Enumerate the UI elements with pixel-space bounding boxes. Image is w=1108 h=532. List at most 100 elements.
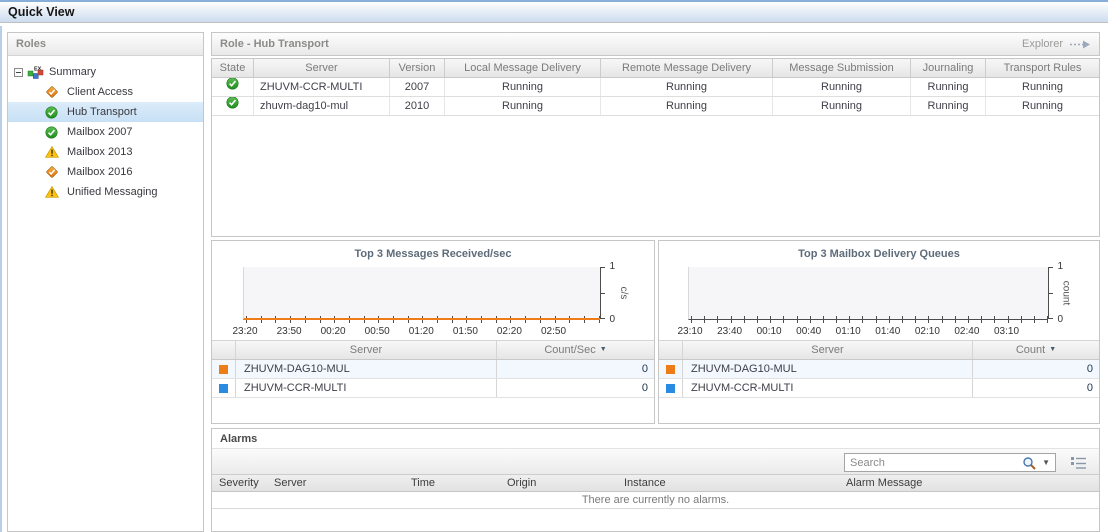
x-tick-label: 23:20 (232, 326, 258, 337)
alarms-column-header[interactable]: Time (404, 475, 500, 491)
roles-tree: EX Summary Client Access Hub Transport Mailb… (8, 56, 203, 202)
server-value-cell: Running (601, 97, 773, 115)
series-color-swatch (659, 360, 683, 378)
sidebar-item-label: Hub Transport (67, 106, 137, 118)
x-tick (770, 316, 772, 323)
x-tick-label: 01:10 (835, 326, 861, 337)
explorer-arrow-icon[interactable] (1069, 40, 1091, 49)
server-column-header[interactable]: Server (254, 59, 390, 77)
sidebar-item-hub-transport[interactable]: Hub Transport (8, 102, 203, 122)
legend-value-column-header[interactable]: Count/Sec ▼ (496, 341, 654, 359)
x-tick (783, 316, 785, 323)
server-column-header[interactable]: Journaling (911, 59, 986, 77)
x-tick (888, 316, 890, 323)
sidebar-item-mailbox-2013[interactable]: Mailbox 2013 (8, 142, 203, 162)
legend-server-name: ZHUVM-DAG10-MUL (244, 363, 350, 375)
server-column-header[interactable]: Message Submission (773, 59, 911, 77)
legend-table-row[interactable]: ZHUVM-DAG10-MUL 0 (212, 360, 654, 379)
server-column-header[interactable]: Version (390, 59, 445, 77)
series-color-swatch (212, 360, 236, 378)
series-color-swatch (659, 379, 683, 397)
sidebar-item-label: Summary (49, 66, 97, 78)
series-line-at-zero (244, 318, 600, 320)
search-options-chevron-down-icon[interactable]: ▼ (1042, 458, 1050, 467)
server-table-row[interactable]: zhuvm-dag10-mul 2010 Running Running Running… (212, 97, 1099, 116)
tree-expander-minus-icon[interactable] (14, 67, 23, 77)
sort-desc-icon: ▼ (599, 346, 607, 354)
server-column-header[interactable]: Local Message Delivery (445, 59, 601, 77)
y-unit-label: c/s (618, 286, 630, 300)
x-tick (743, 316, 745, 323)
sidebar-item-label: Mailbox 2016 (67, 166, 133, 178)
x-tick (704, 316, 706, 323)
chart-title: Top 3 Mailbox Delivery Queues (798, 248, 960, 260)
legend-color-column-header (659, 341, 683, 359)
legend-value-column-header[interactable]: Count ▼ (972, 341, 1099, 359)
alarms-column-header[interactable]: Severity (212, 475, 267, 491)
legend-value: 0 (972, 379, 1099, 397)
x-tick (730, 316, 732, 323)
legend-value: 0 (496, 379, 654, 397)
roles-header: Roles (8, 33, 203, 56)
left-frame-strip (0, 26, 2, 532)
server-table-row[interactable]: ZHUVM-CCR-MULTI 2007 Running Running Running… (212, 78, 1099, 97)
server-value-cell: Running (773, 78, 911, 96)
sidebar-item-label: Mailbox 2013 (67, 146, 133, 158)
page-title: Quick View (8, 5, 75, 19)
search-input[interactable] (845, 454, 1005, 471)
alarms-column-header[interactable]: Origin (500, 475, 617, 491)
warning-icon (45, 145, 62, 159)
legend-server-column-header[interactable]: Server (683, 341, 972, 359)
x-tick (849, 316, 851, 323)
sidebar-item-unified-messaging[interactable]: Unified Messaging (8, 182, 203, 202)
sidebar-item-mailbox-2007[interactable]: Mailbox 2007 (8, 122, 203, 142)
x-tick-label: 23:40 (717, 326, 743, 337)
legend-table-row[interactable]: ZHUVM-CCR-MULTI 0 (212, 379, 654, 398)
roles-sidebar: Roles EX Summary Client Access Hub Transpor… (7, 32, 204, 532)
warning-icon (45, 185, 62, 199)
server-column-header[interactable]: Transport Rules (986, 59, 1099, 77)
explorer-link[interactable]: Explorer (1022, 33, 1063, 55)
diamond-check-icon (45, 165, 62, 179)
y-max-label: 1 (609, 261, 615, 272)
x-tick-label: 02:20 (496, 326, 522, 337)
x-tick (796, 316, 798, 323)
y-tick (600, 293, 605, 294)
x-tick (809, 316, 811, 323)
alarms-column-header[interactable]: Instance (617, 475, 839, 491)
search-icon[interactable] (1022, 456, 1037, 471)
legend-server-column-header[interactable]: Server (236, 341, 496, 359)
legend-table-row[interactable]: ZHUVM-DAG10-MUL 0 (659, 360, 1099, 379)
legend-server-name: ZHUVM-CCR-MULTI (244, 382, 347, 394)
chart-plot-area: 1 0 c/s (243, 261, 629, 325)
chart-legend-table: Server Count/Sec ▼ ZHUVM-DAG10-MUL 0 ZHUVM-CC… (212, 340, 654, 398)
chart-legend-table: Server Count ▼ ZHUVM-DAG10-MUL 0 ZHUVM-CCR-MU… (659, 340, 1099, 398)
y-tick (600, 267, 605, 268)
alarms-column-header[interactable]: Alarm Message (839, 475, 1099, 491)
x-tick (836, 316, 838, 323)
sidebar-item-label: Unified Messaging (67, 186, 158, 198)
alarms-title: Alarms (212, 429, 1099, 449)
server-column-header[interactable]: Remote Message Delivery (601, 59, 773, 77)
server-column-header[interactable]: State (212, 59, 254, 77)
x-tick (862, 316, 864, 323)
alarms-column-header[interactable]: Server (267, 475, 404, 491)
y-min-label: 0 (609, 314, 615, 325)
circle-check-icon (45, 105, 62, 119)
x-tick-label: 02:40 (954, 326, 980, 337)
x-tick-label: 01:40 (875, 326, 901, 337)
table-options-icon[interactable] (1071, 456, 1086, 469)
x-tick (954, 316, 956, 323)
legend-value: 0 (496, 360, 654, 378)
sidebar-item-client-access[interactable]: Client Access (8, 82, 203, 102)
server-value-cell: Running (911, 78, 986, 96)
sidebar-item-mailbox-2016[interactable]: Mailbox 2016 (8, 162, 203, 182)
x-tick (1047, 316, 1048, 323)
x-tick-label: 02:50 (540, 326, 567, 337)
x-tick-label: 02:10 (914, 326, 940, 337)
sidebar-item-label: Client Access (67, 86, 134, 98)
x-tick (822, 316, 824, 323)
sidebar-item-summary[interactable]: EX Summary (8, 62, 203, 82)
legend-table-row[interactable]: ZHUVM-CCR-MULTI 0 (659, 379, 1099, 398)
x-axis-labels: 23:10 23:40 00:10 00:40 01:10 01:40 02:10 02:40… (677, 326, 1048, 338)
